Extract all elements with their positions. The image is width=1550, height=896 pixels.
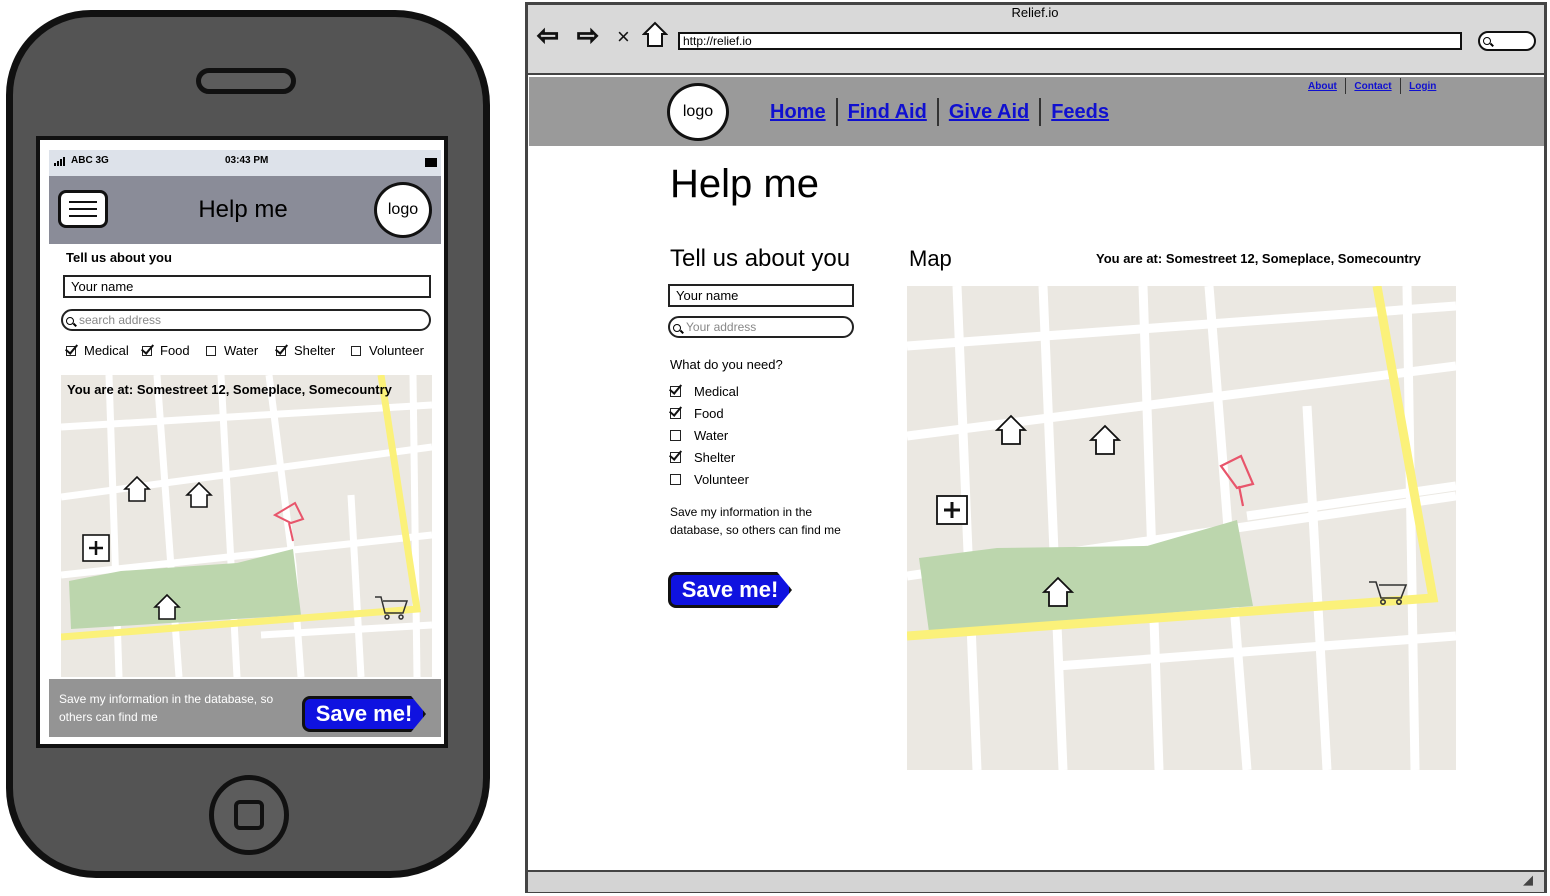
need-checkbox[interactable]: Food <box>670 402 749 424</box>
save-description: Save my information in the database, so … <box>59 692 274 724</box>
nav-link-feeds[interactable]: Feeds <box>1041 101 1119 124</box>
checkbox[interactable] <box>206 345 216 356</box>
hamburger-menu-icon[interactable] <box>58 190 108 228</box>
save-button[interactable]: Save me! <box>302 696 426 732</box>
page-title: Help me <box>670 162 819 206</box>
window-title: Relief.io <box>1011 5 1059 20</box>
address-input[interactable]: Your address <box>668 316 854 338</box>
battery-icon <box>425 158 437 167</box>
checkbox[interactable] <box>670 385 681 397</box>
close-icon[interactable]: × <box>617 24 630 50</box>
search-placeholder: search address <box>79 313 162 327</box>
need-label: Medical <box>694 383 739 399</box>
back-arrow-icon[interactable]: ⇦ <box>536 21 559 49</box>
save-button[interactable]: Save me! <box>668 572 792 608</box>
logo[interactable]: logo <box>667 83 729 141</box>
phone-speaker <box>196 68 296 94</box>
utility-nav: About Contact Login <box>1300 78 1444 94</box>
need-checkbox[interactable]: Volunteer <box>351 343 424 358</box>
checkbox[interactable] <box>351 345 361 356</box>
search-icon <box>673 324 681 332</box>
checkbox[interactable] <box>670 429 681 441</box>
carrier-label: ABC 3G <box>71 155 109 166</box>
need-label: Water <box>694 427 729 443</box>
login-link[interactable]: Login <box>1401 81 1444 92</box>
map-heading: Map <box>909 246 952 271</box>
clock: 03:43 PM <box>225 155 269 166</box>
search-icon <box>1483 37 1491 45</box>
search-icon <box>66 317 74 325</box>
browser-status-bar <box>528 870 1544 892</box>
url-bar[interactable]: http://relief.io <box>678 32 1462 50</box>
checkbox[interactable] <box>142 345 152 356</box>
phone-home-button[interactable] <box>209 775 289 855</box>
need-label: Food <box>160 343 190 358</box>
checkbox[interactable] <box>276 345 286 356</box>
location-label: You are at: Somestreet 12, Someplace, So… <box>67 382 392 397</box>
section-heading: Tell us about you <box>670 245 851 272</box>
phone-status-bar: ABC 3G 03:43 PM <box>49 150 441 176</box>
logo[interactable]: logo <box>374 182 432 238</box>
need-label: Volunteer <box>694 471 749 487</box>
nav-link-find-aid[interactable]: Find Aid <box>838 101 937 124</box>
need-checkbox[interactable]: Food <box>142 343 190 358</box>
need-label: Volunteer <box>369 343 424 358</box>
save-description: Save my information in the database, so … <box>670 505 841 537</box>
name-field[interactable]: Your name <box>668 284 854 307</box>
checkbox[interactable] <box>670 451 681 463</box>
nav-link-home[interactable]: Home <box>760 101 836 124</box>
checkbox[interactable] <box>670 407 681 419</box>
checkbox[interactable] <box>670 473 681 485</box>
home-icon[interactable] <box>642 20 668 48</box>
forward-arrow-icon[interactable]: ⇨ <box>576 21 599 49</box>
need-checkbox[interactable]: Medical <box>66 343 129 358</box>
checkbox[interactable] <box>66 345 76 356</box>
section-heading: Tell us about you <box>66 250 172 265</box>
needs-label: What do you need? <box>670 357 783 372</box>
browser-search-field[interactable] <box>1478 31 1536 51</box>
address-placeholder: Your address <box>686 320 757 334</box>
need-checkbox[interactable]: Volunteer <box>670 468 749 490</box>
resize-grip-icon[interactable]: ◢ <box>1523 872 1533 888</box>
page-title: Help me <box>198 196 288 223</box>
signal-icon <box>54 157 65 166</box>
need-checkbox[interactable]: Medical <box>670 380 749 402</box>
need-checkbox[interactable]: Water <box>206 343 258 358</box>
about-link[interactable]: About <box>1300 81 1345 92</box>
location-label: You are at: Somestreet 12, Someplace, So… <box>1096 251 1421 266</box>
nav-link-give-aid[interactable]: Give Aid <box>939 101 1039 124</box>
need-label: Medical <box>84 343 129 358</box>
need-checkbox[interactable]: Water <box>670 424 749 446</box>
need-checkbox[interactable]: Shelter <box>276 343 335 358</box>
need-checkbox[interactable]: Shelter <box>670 446 749 468</box>
main-nav: Home Find Aid Give Aid Feeds <box>760 98 1119 126</box>
name-field[interactable]: Your name <box>63 275 431 298</box>
contact-link[interactable]: Contact <box>1346 81 1399 92</box>
needs-checkbox-group: Medical Food Water Shelter Volunteer <box>66 343 432 359</box>
map[interactable] <box>907 286 1456 770</box>
need-label: Food <box>694 405 724 421</box>
need-label: Shelter <box>694 449 736 465</box>
search-address-input[interactable]: search address <box>61 309 431 331</box>
need-label: Water <box>224 343 259 358</box>
needs-checkbox-group: Medical Food Water Shelter Volunteer <box>670 380 749 490</box>
need-label: Shelter <box>294 343 336 358</box>
map[interactable] <box>61 375 432 677</box>
